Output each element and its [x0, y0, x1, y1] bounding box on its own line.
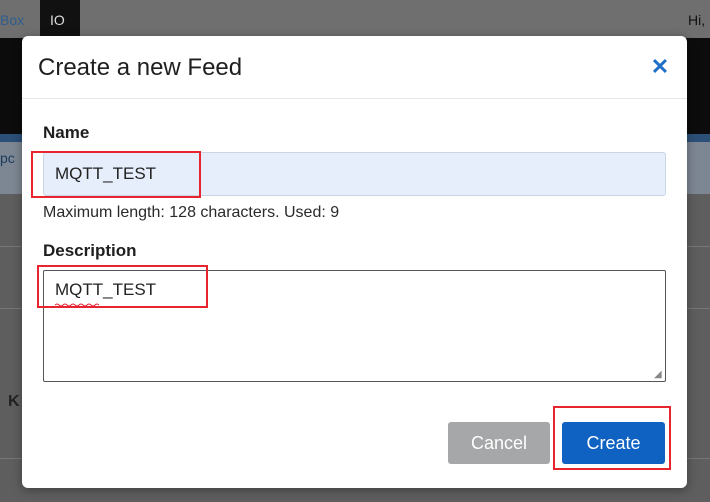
name-length-hint: Maximum length: 128 characters. Used: 9	[43, 204, 340, 221]
create-feed-dialog: Create a new Feed ✕ Name Maximum length:…	[22, 36, 687, 488]
background-nav-io: IO	[40, 0, 80, 38]
close-icon[interactable]: ✕	[649, 56, 671, 78]
spellcheck-underline	[55, 303, 99, 307]
resize-grip-icon[interactable]: ◢	[654, 370, 664, 380]
background-user-greeting: Hi,	[688, 12, 706, 28]
background-topbar	[0, 0, 710, 38]
name-label: Name	[43, 123, 90, 142]
feed-name-input[interactable]	[43, 152, 666, 196]
description-label: Description	[43, 241, 137, 260]
dialog-title: Create a new Feed	[38, 54, 243, 81]
background-nav-box: Box	[0, 12, 25, 28]
feed-description-input[interactable]: MQTT_TEST	[43, 270, 666, 382]
dialog-header: Create a new Feed ✕	[22, 36, 687, 99]
create-button[interactable]: Create	[562, 422, 665, 464]
cancel-button[interactable]: Cancel	[448, 422, 550, 464]
background-side-letter: K	[8, 393, 20, 410]
background-side-text: pc	[0, 150, 15, 166]
